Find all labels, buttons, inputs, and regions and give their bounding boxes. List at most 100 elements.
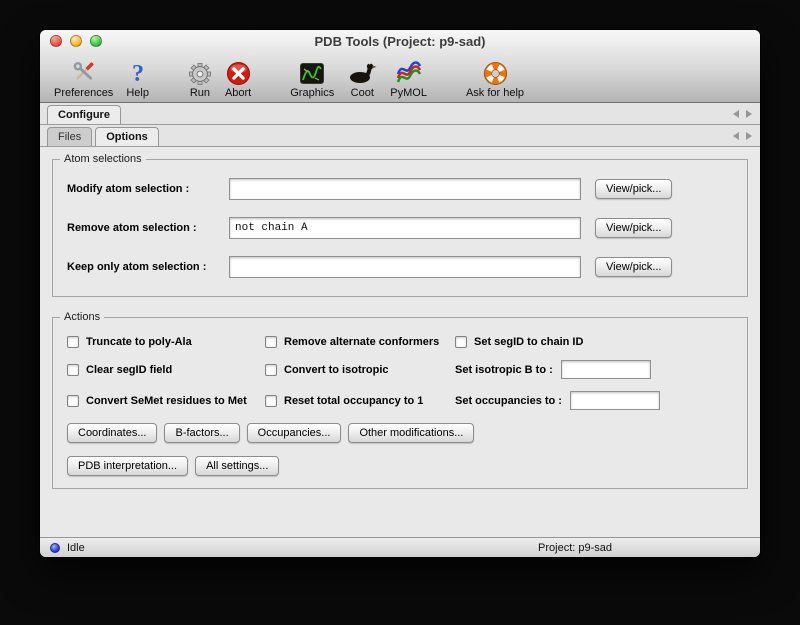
main-tab-arrows <box>733 110 752 118</box>
toolbar-label-abort: Abort <box>225 87 251 99</box>
checkbox-set-segid-to-chain-id[interactable]: Set segID to chain ID <box>455 336 733 348</box>
subtab-scroll-left-icon[interactable] <box>733 132 739 140</box>
checkbox-label: Remove alternate conformers <box>284 336 439 348</box>
toolbar-label-run: Run <box>190 87 210 99</box>
options-panel: Atom selections Modify atom selection : … <box>40 147 760 537</box>
checkbox-box <box>265 336 277 348</box>
set-isotropic-b-input[interactable] <box>561 360 651 379</box>
view-pick-remove-button[interactable]: View/pick... <box>595 218 672 238</box>
set-occupancies-input[interactable] <box>570 391 660 410</box>
tab-scroll-right-icon[interactable] <box>746 110 752 118</box>
toolbar-button-pymol[interactable]: PyMOL <box>390 58 427 99</box>
tab-files[interactable]: Files <box>47 127 92 146</box>
sub-tabbar: Files Options <box>40 125 760 147</box>
toolbar-button-abort[interactable]: Abort <box>225 58 251 99</box>
coordinates-button[interactable]: Coordinates... <box>67 423 157 443</box>
status-text: Idle <box>67 542 85 554</box>
minimize-window-button[interactable] <box>70 35 82 47</box>
status-led-icon <box>50 543 60 553</box>
checkbox-label: Set segID to chain ID <box>474 336 583 348</box>
checkbox-box <box>455 336 467 348</box>
keep-only-atom-selection-input[interactable] <box>229 256 581 278</box>
checkbox-convert-semet-to-met[interactable]: Convert SeMet residues to Met <box>67 395 265 407</box>
checkbox-label: Convert SeMet residues to Met <box>86 395 247 407</box>
toolbar-label-ask-for-help: Ask for help <box>466 87 524 99</box>
toolbar-label-preferences: Preferences <box>54 87 113 99</box>
set-occupancies-field: Set occupancies to : <box>455 391 733 410</box>
window-title: PDB Tools (Project: p9-sad) <box>315 34 486 49</box>
modify-atom-selection-input[interactable] <box>229 178 581 200</box>
toolbar-button-graphics[interactable]: Graphics <box>290 58 334 99</box>
tab-options[interactable]: Options <box>95 127 159 146</box>
checkbox-remove-alternate-conformers[interactable]: Remove alternate conformers <box>265 336 455 348</box>
view-pick-keep-button[interactable]: View/pick... <box>595 257 672 277</box>
checkbox-box <box>265 395 277 407</box>
toolbar-button-coot[interactable]: Coot <box>347 58 377 99</box>
toolbar: Preferences ? Help <box>40 52 760 102</box>
toolbar-button-ask-for-help[interactable]: Ask for help <box>466 58 524 99</box>
tab-files-label: Files <box>58 131 81 143</box>
atom-selections-group: Atom selections Modify atom selection : … <box>52 159 748 297</box>
toolbar-label-coot: Coot <box>351 87 374 99</box>
set-isotropic-b-field: Set isotropic B to : <box>455 360 733 379</box>
checkbox-label: Reset total occupancy to 1 <box>284 395 423 407</box>
help-question-icon: ? <box>128 58 148 86</box>
set-isotropic-b-label: Set isotropic B to : <box>455 364 553 376</box>
subtab-scroll-right-icon[interactable] <box>746 132 752 140</box>
pdb-interpretation-button[interactable]: PDB interpretation... <box>67 456 188 476</box>
b-factors-button[interactable]: B-factors... <box>164 423 239 443</box>
lifebuoy-icon <box>483 58 508 86</box>
other-modifications-button[interactable]: Other modifications... <box>348 423 474 443</box>
atom-selections-group-title: Atom selections <box>60 153 146 165</box>
checkbox-box <box>67 364 79 376</box>
modify-atom-selection-label: Modify atom selection : <box>67 183 229 195</box>
checkbox-label: Truncate to poly-Ala <box>86 336 192 348</box>
toolbar-button-help[interactable]: ? Help <box>126 58 149 99</box>
checkbox-convert-to-isotropic[interactable]: Convert to isotropic <box>265 364 455 376</box>
toolbar-button-run[interactable]: Run <box>188 58 212 99</box>
checkbox-box <box>67 395 79 407</box>
checkbox-label: Clear segID field <box>86 364 172 376</box>
remove-atom-selection-input[interactable] <box>229 217 581 239</box>
traffic-lights <box>50 35 102 47</box>
checkbox-label: Convert to isotropic <box>284 364 389 376</box>
app-window: PDB Tools (Project: p9-sad) <box>40 30 760 557</box>
keep-only-atom-selection-row: Keep only atom selection : View/pick... <box>67 256 733 278</box>
project-label: Project: p9-sad <box>538 542 612 554</box>
tab-configure[interactable]: Configure <box>47 105 121 124</box>
close-window-button[interactable] <box>50 35 62 47</box>
main-tabbar: Configure <box>40 103 760 125</box>
abort-icon <box>226 58 251 86</box>
view-pick-modify-button[interactable]: View/pick... <box>595 179 672 199</box>
zoom-window-button[interactable] <box>90 35 102 47</box>
all-settings-button[interactable]: All settings... <box>195 456 279 476</box>
checkbox-clear-segid-field[interactable]: Clear segID field <box>67 364 265 376</box>
remove-atom-selection-row: Remove atom selection : View/pick... <box>67 217 733 239</box>
actions-checkbox-grid: Truncate to poly-Ala Remove alternate co… <box>67 336 733 410</box>
actions-button-row-1: Coordinates... B-factors... Occupancies.… <box>67 423 733 443</box>
checkbox-box <box>265 364 277 376</box>
checkbox-truncate-to-poly-ala[interactable]: Truncate to poly-Ala <box>67 336 265 348</box>
actions-group: Actions Truncate to poly-Ala Remove alte… <box>52 317 748 489</box>
window-chrome: PDB Tools (Project: p9-sad) <box>40 30 760 103</box>
toolbar-label-pymol: PyMOL <box>390 87 427 99</box>
coot-bird-icon <box>347 58 377 86</box>
toolbar-button-preferences[interactable]: Preferences <box>54 58 113 99</box>
actions-button-row-2: PDB interpretation... All settings... <box>67 456 733 476</box>
pymol-icon <box>396 58 422 86</box>
titlebar[interactable]: PDB Tools (Project: p9-sad) <box>40 30 760 52</box>
set-occupancies-label: Set occupancies to : <box>455 395 562 407</box>
tab-configure-label: Configure <box>58 109 110 121</box>
keep-only-atom-selection-label: Keep only atom selection : <box>67 261 229 273</box>
tab-scroll-left-icon[interactable] <box>733 110 739 118</box>
occupancies-button[interactable]: Occupancies... <box>247 423 342 443</box>
sub-tab-arrows <box>733 132 752 140</box>
svg-text:?: ? <box>132 61 144 86</box>
actions-group-title: Actions <box>60 311 104 323</box>
graphics-icon <box>299 58 325 86</box>
checkbox-reset-total-occupancy[interactable]: Reset total occupancy to 1 <box>265 395 455 407</box>
run-gear-icon <box>188 58 212 86</box>
tab-options-label: Options <box>106 131 148 143</box>
toolbar-label-graphics: Graphics <box>290 87 334 99</box>
status-bar: Idle Project: p9-sad <box>40 537 760 557</box>
